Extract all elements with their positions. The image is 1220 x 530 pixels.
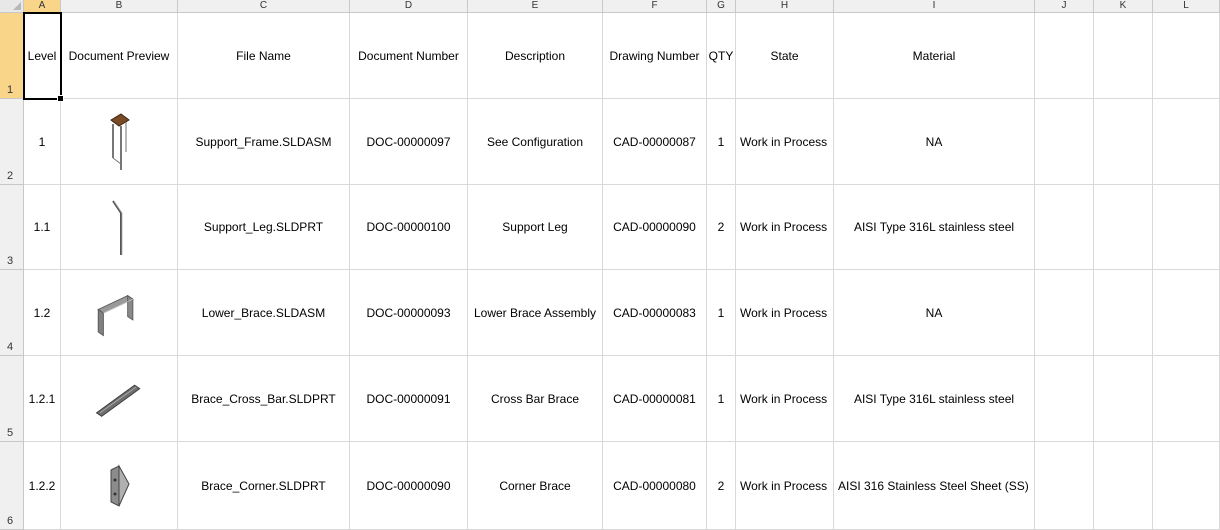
row-header-3[interactable]: 3 — [0, 185, 24, 270]
empty-cell[interactable] — [1153, 270, 1220, 356]
empty-cell[interactable] — [1153, 99, 1220, 185]
row-header-2[interactable]: 2 — [0, 99, 24, 185]
cell-file-name[interactable]: Brace_Cross_Bar.SLDPRT — [178, 356, 350, 442]
empty-cell[interactable] — [1094, 356, 1153, 442]
cell-material[interactable]: AISI Type 316L stainless steel — [834, 185, 1035, 270]
cell-file-name[interactable]: Support_Frame.SLDASM — [178, 99, 350, 185]
cell-material[interactable]: AISI Type 316L stainless steel — [834, 356, 1035, 442]
cell-preview[interactable] — [61, 185, 178, 270]
cell-description[interactable]: Lower Brace Assembly — [468, 270, 603, 356]
cell-document-number[interactable]: DOC-00000091 — [350, 356, 468, 442]
cell-qty[interactable]: 1 — [707, 99, 736, 185]
row-header-5[interactable]: 5 — [0, 356, 24, 442]
empty-cell[interactable] — [1035, 356, 1094, 442]
empty-cell[interactable] — [1094, 270, 1153, 356]
cell-preview[interactable] — [61, 99, 178, 185]
select-all-corner[interactable] — [0, 0, 24, 13]
column-header-j[interactable]: J — [1035, 0, 1094, 13]
cell-description[interactable]: See Configuration — [468, 99, 603, 185]
cell-state[interactable]: Work in Process — [736, 356, 834, 442]
cell-document-number[interactable]: DOC-00000097 — [350, 99, 468, 185]
cell-level[interactable]: 1.2.1 — [24, 356, 61, 442]
cell-description[interactable]: Corner Brace — [468, 442, 603, 530]
cell-drawing-number[interactable]: CAD-00000090 — [603, 185, 707, 270]
header-cell-preview[interactable]: Document Preview — [61, 13, 178, 99]
spreadsheet-grid[interactable]: A B C D E F G H I J K L 1 2 3 4 5 6 Leve… — [0, 0, 1220, 530]
cell-document-number[interactable]: DOC-00000090 — [350, 442, 468, 530]
column-header-c[interactable]: C — [178, 0, 350, 13]
lower-brace-thumbnail — [97, 294, 134, 336]
column-header-a[interactable]: A — [24, 0, 61, 13]
cell-qty[interactable]: 1 — [707, 356, 736, 442]
cell-state[interactable]: Work in Process — [736, 442, 834, 530]
empty-cell[interactable] — [1035, 270, 1094, 356]
cell-state[interactable]: Work in Process — [736, 270, 834, 356]
column-header-l[interactable]: L — [1153, 0, 1220, 13]
cell-description[interactable]: Cross Bar Brace — [468, 356, 603, 442]
support-frame-thumbnail — [110, 112, 130, 170]
cell-qty[interactable]: 2 — [707, 442, 736, 530]
cell-file-name[interactable]: Lower_Brace.SLDASM — [178, 270, 350, 356]
cell-preview[interactable] — [61, 442, 178, 530]
column-header-d[interactable]: D — [350, 0, 468, 13]
cell-description[interactable]: Support Leg — [468, 185, 603, 270]
empty-cell[interactable] — [1094, 185, 1153, 270]
header-cell-document-number[interactable]: Document Number — [350, 13, 468, 99]
cell-drawing-number[interactable]: CAD-00000083 — [603, 270, 707, 356]
support-leg-thumbnail — [112, 200, 123, 255]
row-header-1[interactable]: 1 — [0, 13, 24, 99]
empty-cell[interactable] — [1094, 99, 1153, 185]
cell-qty[interactable]: 1 — [707, 270, 736, 356]
empty-cell[interactable] — [1153, 356, 1220, 442]
cell-level[interactable]: 1.2.2 — [24, 442, 61, 530]
cell-document-number[interactable]: DOC-00000093 — [350, 270, 468, 356]
row-header-4[interactable]: 4 — [0, 270, 24, 356]
cell-level[interactable]: 1.1 — [24, 185, 61, 270]
cell-preview[interactable] — [61, 270, 178, 356]
header-cell-material[interactable]: Material — [834, 13, 1035, 99]
cell-material[interactable]: NA — [834, 270, 1035, 356]
empty-cell[interactable] — [1035, 442, 1094, 530]
empty-cell[interactable] — [1035, 13, 1094, 99]
cell-level[interactable]: 1 — [24, 99, 61, 185]
cell-drawing-number[interactable]: CAD-00000080 — [603, 442, 707, 530]
empty-cell[interactable] — [1153, 442, 1220, 530]
empty-cell[interactable] — [1094, 442, 1153, 530]
column-header-e[interactable]: E — [468, 0, 603, 13]
column-header-h[interactable]: H — [736, 0, 834, 13]
cell-level[interactable]: 1.2 — [24, 270, 61, 356]
empty-cell[interactable] — [1035, 99, 1094, 185]
column-header-k[interactable]: K — [1094, 0, 1153, 13]
cell-drawing-number[interactable]: CAD-00000081 — [603, 356, 707, 442]
header-cell-state[interactable]: State — [736, 13, 834, 99]
header-cell-file-name[interactable]: File Name — [178, 13, 350, 99]
cell-state[interactable]: Work in Process — [736, 185, 834, 270]
column-header-i[interactable]: I — [834, 0, 1035, 13]
cell-state[interactable]: Work in Process — [736, 99, 834, 185]
empty-cell[interactable] — [1035, 185, 1094, 270]
corner-brace-thumbnail — [110, 463, 130, 507]
cell-material[interactable]: NA — [834, 99, 1035, 185]
column-header-g[interactable]: G — [707, 0, 736, 13]
cross-bar-thumbnail — [95, 384, 141, 417]
cell-material[interactable]: AISI 316 Stainless Steel Sheet (SS) — [834, 442, 1035, 530]
empty-cell[interactable] — [1153, 13, 1220, 99]
cell-file-name[interactable]: Brace_Corner.SLDPRT — [178, 442, 350, 530]
header-cell-qty[interactable]: QTY — [707, 13, 736, 99]
cell-preview[interactable] — [61, 356, 178, 442]
cell-drawing-number[interactable]: CAD-00000087 — [603, 99, 707, 185]
cell-document-number[interactable]: DOC-00000100 — [350, 185, 468, 270]
cell-file-name[interactable]: Support_Leg.SLDPRT — [178, 185, 350, 270]
column-header-b[interactable]: B — [61, 0, 178, 13]
header-cell-drawing-number[interactable]: Drawing Number — [603, 13, 707, 99]
column-header-f[interactable]: F — [603, 0, 707, 13]
header-cell-level[interactable]: Level — [24, 13, 61, 99]
empty-cell[interactable] — [1094, 13, 1153, 99]
header-cell-description[interactable]: Description — [468, 13, 603, 99]
empty-cell[interactable] — [1153, 185, 1220, 270]
row-header-6[interactable]: 6 — [0, 442, 24, 530]
cell-qty[interactable]: 2 — [707, 185, 736, 270]
